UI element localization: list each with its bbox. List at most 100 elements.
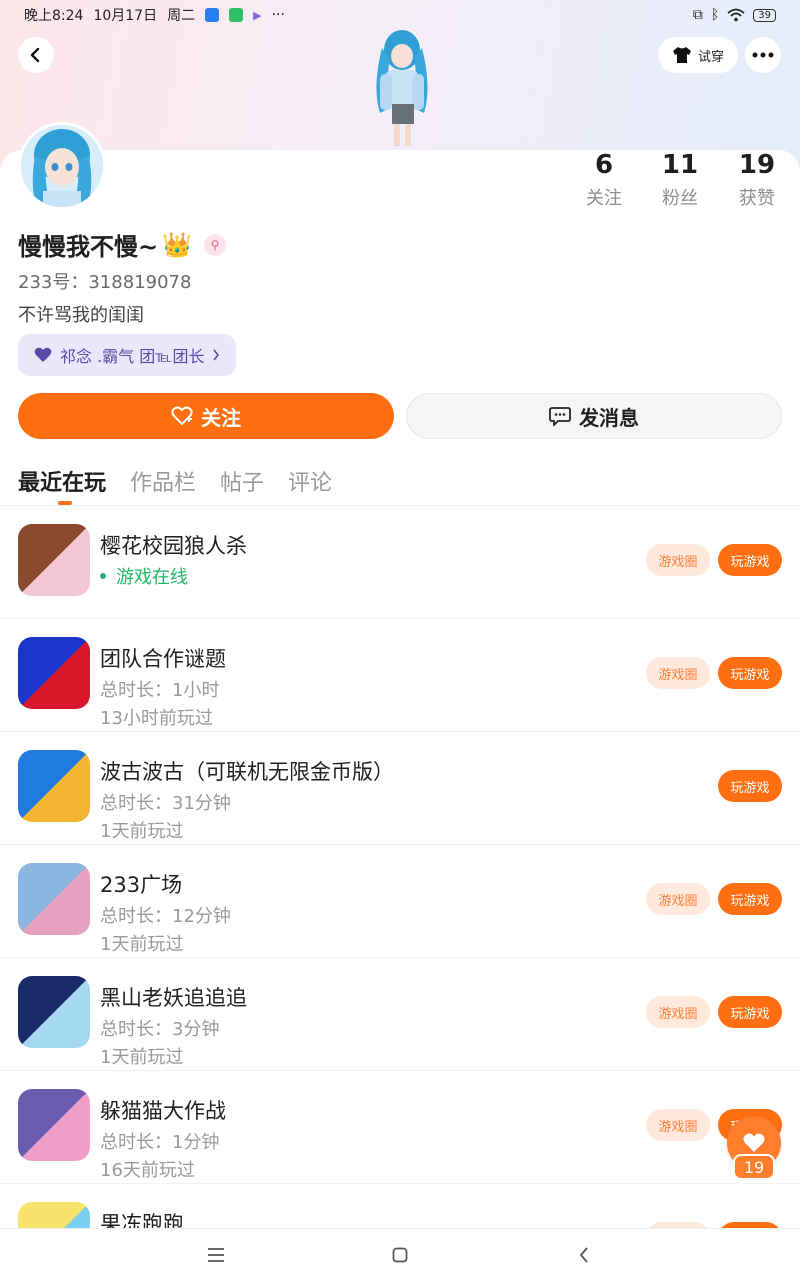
game-row[interactable]: 樱花校园狼人杀游戏在线 游戏圈 玩游戏 (0, 506, 800, 619)
play-game-button[interactable]: 玩游戏 (718, 544, 782, 576)
username: 慢慢我不慢~ 👑 ⚲ (18, 227, 226, 262)
message-button[interactable]: 发消息 (406, 393, 782, 439)
tab-comments[interactable]: 评论 (288, 465, 332, 497)
group-chip-label: 祁念 .霸气 团℡团长 (60, 347, 205, 366)
app-notification-icon (205, 8, 220, 22)
play-game-button[interactable]: 玩游戏 (718, 883, 782, 915)
game-title: 果冻跑跑 (100, 1212, 184, 1228)
lollipop-badge-icon[interactable]: ⚲ (204, 233, 226, 256)
game-icon[interactable] (18, 750, 90, 822)
game-last-played: 16天前玩过 (100, 1160, 195, 1181)
tab-posts[interactable]: 帖子 (220, 465, 264, 497)
more-options-button[interactable] (745, 37, 781, 73)
user-bio: 不许骂我的闺闺 (18, 305, 144, 326)
heart-plus-icon (171, 406, 193, 426)
game-circle-button[interactable]: 游戏圈 (646, 1109, 710, 1141)
game-row[interactable]: 波古波古（可联机无限金币版） 总时长：31分钟 1天前玩过 玩游戏 (0, 732, 800, 845)
bluetooth-icon: ᛒ (710, 7, 720, 23)
status-weekday: 周二 (167, 8, 196, 24)
game-icon[interactable] (18, 976, 90, 1048)
more-dots-icon (752, 52, 774, 58)
game-circle-button[interactable]: 游戏圈 (646, 657, 710, 689)
tab-recent-play[interactable]: 最近在玩 (18, 465, 106, 497)
game-row[interactable]: 233广场总时长：12分钟 1天前玩过 游戏圈 玩游戏 (0, 845, 800, 958)
wifi-icon (727, 8, 745, 22)
follow-label: 关注 (201, 405, 241, 430)
play-game-button[interactable]: 玩游戏 (718, 996, 782, 1028)
rotation-icon: ⧉ (692, 7, 703, 23)
following-label: 关注 (586, 188, 622, 209)
profile-page: 晚上8:24 10月17日 周二 ▶ ··· ⧉ ᛒ 39 试穿 6 关注 11… (0, 0, 800, 1280)
stat-fans[interactable]: 11 粉丝 (640, 150, 720, 210)
game-title: 樱花校园狼人杀 (100, 534, 247, 558)
avatar-3d-figure (360, 28, 444, 152)
game-icon[interactable] (18, 1202, 90, 1228)
game-row[interactable]: 果冻跑跑游戏圈玩游戏 (0, 1184, 800, 1228)
likes-label: 获赞 (739, 188, 775, 209)
fans-count: 11 (661, 150, 699, 180)
chevron-left-icon (30, 47, 40, 63)
group-chip[interactable]: 祁念 .霸气 团℡团长 (18, 334, 237, 376)
online-label: 游戏在线 (116, 567, 188, 588)
game-row[interactable]: 躲猫猫大作战总时长：1分钟16天前玩过游戏圈玩游戏 (0, 1071, 800, 1184)
tab-works[interactable]: 作品栏 (130, 465, 196, 497)
game-icon[interactable] (18, 524, 90, 596)
game-playtime: 总时长：1分钟 (100, 1132, 220, 1153)
stat-following[interactable]: 6 关注 (564, 150, 644, 210)
fans-label: 粉丝 (662, 188, 698, 209)
game-icon[interactable] (18, 637, 90, 709)
user-id: 233号：318819078 (18, 272, 192, 293)
online-dot-icon (100, 573, 106, 579)
more-notifications-icon: ··· (271, 7, 285, 23)
home-icon[interactable] (386, 1241, 414, 1269)
stat-likes[interactable]: 19 获赞 (717, 150, 797, 210)
back-nav-icon[interactable] (570, 1241, 598, 1269)
battery-icon: 39 (753, 8, 776, 22)
game-last-played: 1天前玩过 (100, 1047, 184, 1068)
status-bar: 晚上8:24 10月17日 周二 ▶ ··· ⧉ ᛒ 39 (0, 0, 800, 30)
following-count: 6 (594, 150, 614, 180)
status-time: 晚上8:24 (24, 8, 84, 24)
game-circle-button[interactable]: 游戏圈 (646, 996, 710, 1028)
try-on-label: 试穿 (697, 49, 724, 65)
game-title: 波古波古（可联机无限金币版） (100, 760, 394, 784)
game-title: 躲猫猫大作战 (100, 1099, 226, 1123)
game-row[interactable]: 黑山老妖追追追 总时长：3分钟 1天前玩过 游戏圈 玩游戏 (0, 958, 800, 1071)
game-last-played: 1天前玩过 (100, 934, 184, 955)
game-online-status: 游戏在线 (100, 563, 188, 589)
status-date: 10月17日 (93, 8, 158, 24)
game-title: 黑山老妖追追追 (100, 986, 247, 1010)
avatar[interactable] (18, 122, 106, 210)
game-last-played: 13小时前玩过 (100, 708, 213, 729)
game-title: 233广场 (100, 873, 183, 897)
heart-icon (34, 347, 52, 362)
heart-icon (743, 1133, 765, 1152)
menu-icon[interactable] (202, 1241, 230, 1269)
game-playtime: 总时长：31分钟 (100, 793, 231, 814)
avatar-image (21, 125, 103, 207)
play-game-button[interactable]: 玩游戏 (718, 770, 782, 802)
game-icon[interactable] (18, 1089, 90, 1161)
crown-icon: 👑 (162, 230, 192, 259)
game-circle-button[interactable]: 游戏圈 (646, 544, 710, 576)
back-button[interactable] (18, 37, 54, 73)
game-playtime: 总时长：3分钟 (100, 1019, 220, 1040)
likes-count: 19 (738, 150, 776, 180)
game-playtime: 总时长：12分钟 (100, 906, 231, 927)
game-circle-button[interactable]: 游戏圈 (646, 883, 710, 915)
try-on-button[interactable]: 试穿 (658, 37, 738, 73)
shirt-icon (672, 47, 691, 63)
game-list: 樱花校园狼人杀 游戏在线 游戏圈 玩游戏 团队合作谜题 总时长：1小时 13小时前玩过 游戏圈… (0, 506, 800, 1228)
follow-button[interactable]: 关注 (18, 393, 394, 439)
floating-like-count: 19 (733, 1154, 775, 1180)
username-text: 慢慢我不慢~ (18, 233, 159, 261)
game-row[interactable]: 团队合作谜题 总时长：1小时 13小时前玩过 游戏圈 玩游戏 (0, 619, 800, 732)
game-playtime: 总时长：1小时 (100, 680, 220, 701)
system-nav-bar (0, 1228, 800, 1280)
message-label: 发消息 (579, 405, 639, 430)
play-game-button[interactable]: 玩游戏 (718, 657, 782, 689)
chat-bubble-icon (549, 407, 571, 426)
game-icon[interactable] (18, 863, 90, 935)
wechat-icon (229, 8, 244, 22)
game-last-played: 1天前玩过 (100, 821, 184, 842)
